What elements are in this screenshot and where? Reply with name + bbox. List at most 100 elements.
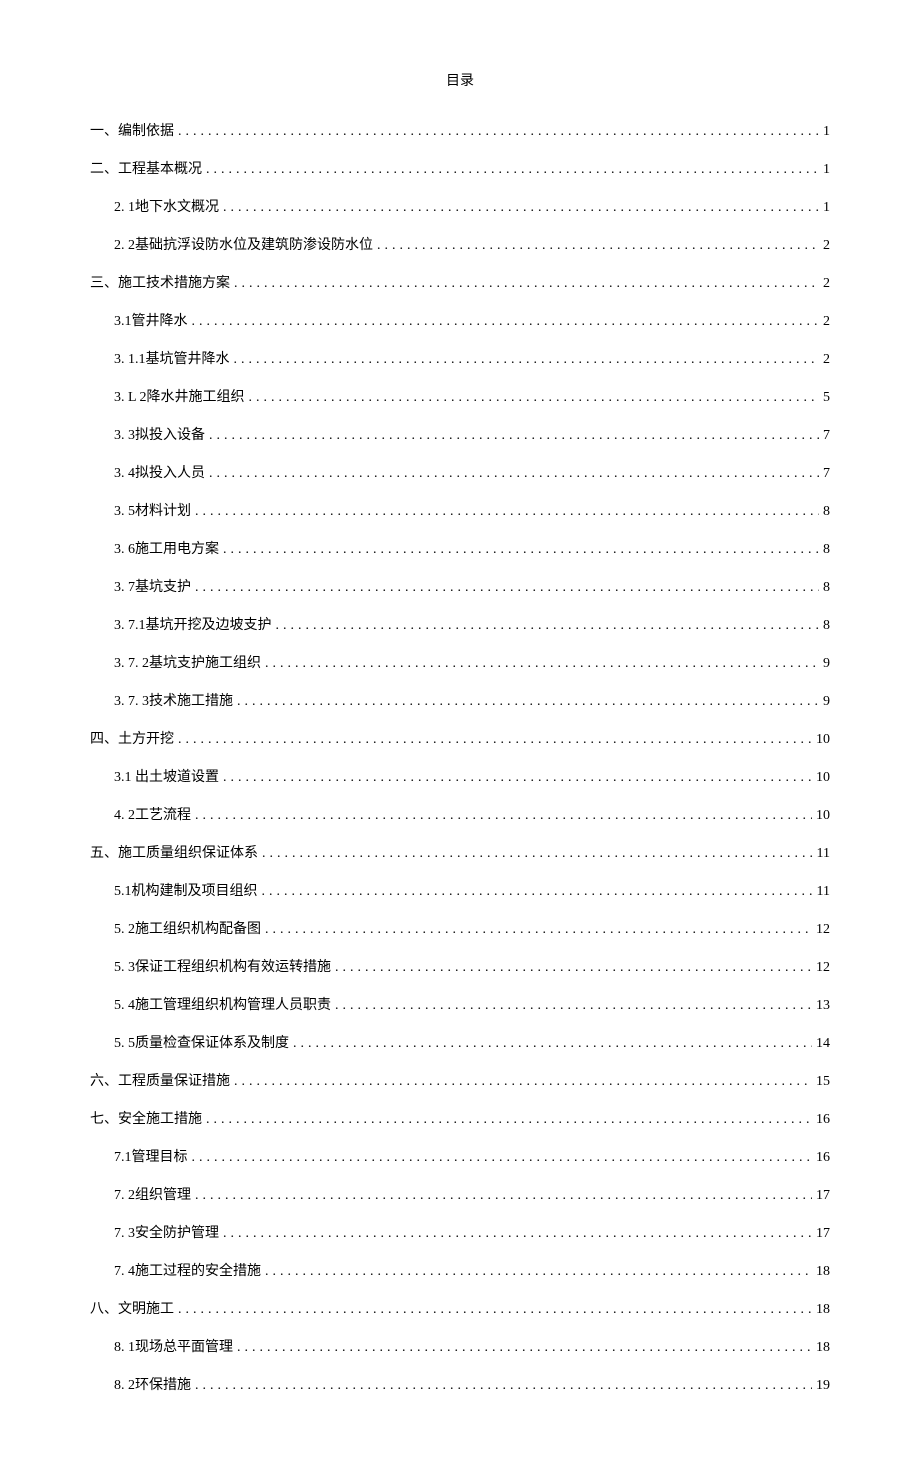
toc-page: 11 — [817, 884, 830, 900]
toc-label: 5. 3保证工程组织机构有效运转措施 — [114, 956, 331, 976]
toc-dots — [262, 884, 813, 900]
toc-dots — [206, 1112, 812, 1128]
toc-page: 7 — [823, 428, 830, 444]
toc-label: 3. 3拟投入设备 — [114, 424, 205, 444]
toc-dots — [195, 580, 819, 596]
toc-dots — [178, 732, 812, 748]
toc-entry: 2. 2基础抗浮设防水位及建筑防渗设防水位 2 — [114, 234, 830, 254]
toc-label: 3. 6施工用电方案 — [114, 538, 219, 558]
toc-dots — [195, 1378, 812, 1394]
toc-label: 5. 4施工管理组织机构管理人员职责 — [114, 994, 331, 1014]
toc-entry: 8. 1现场总平面管理18 — [114, 1336, 830, 1356]
toc-label: 5.1机构建制及项目组织 — [114, 880, 258, 900]
toc-page: 16 — [816, 1112, 830, 1128]
toc-entry: 三、施工技术措施方案2 — [90, 272, 830, 292]
toc-label: 3. L 2降水井施工组织 — [114, 386, 245, 406]
toc-dots — [195, 504, 819, 520]
toc-page: 10 — [816, 732, 830, 748]
toc-page: 13 — [816, 998, 830, 1014]
toc-page: 14 — [816, 1036, 830, 1052]
toc-entry: 3. 4拟投入人员7 — [114, 462, 830, 482]
toc-label: 5. 2施工组织机构配备图 — [114, 918, 261, 938]
toc-dots — [265, 922, 812, 938]
toc-entry: 3. 7.1基坑开挖及边坡支护 8 — [114, 614, 830, 634]
toc-entry: 二、工程基本概况 1 — [90, 158, 830, 178]
toc-label: 8. 1现场总平面管理 — [114, 1336, 233, 1356]
toc-label: 7.1管理目标 — [114, 1146, 188, 1166]
toc-entry: 5.1机构建制及项目组织 11 — [114, 880, 830, 900]
toc-page: 1 — [823, 124, 830, 140]
toc-label: 4. 2工艺流程 — [114, 804, 191, 824]
toc-label: 3. 7. 2基坑支护施工组织 — [114, 652, 261, 672]
toc-label: 7. 4施工过程的安全措施 — [114, 1260, 261, 1280]
toc-entry: 3. 7基坑支护 8 — [114, 576, 830, 596]
toc-page: 10 — [816, 808, 830, 824]
toc-dots — [234, 276, 819, 292]
toc-page: 5 — [823, 390, 830, 406]
toc-page: 17 — [816, 1226, 830, 1242]
toc-dots — [192, 1150, 813, 1166]
toc-label: 3. 1.1基坑管井降水 — [114, 348, 230, 368]
toc-entry: 7.1管理目标16 — [114, 1146, 830, 1166]
toc-label: 五、施工质量组织保证体系 — [90, 842, 258, 862]
toc-label: 二、工程基本概况 — [90, 158, 202, 178]
toc-page: 7 — [823, 466, 830, 482]
toc-entry: 5. 5质量检查保证体系及制度14 — [114, 1032, 830, 1052]
toc-dots — [223, 542, 819, 558]
toc-label: 3. 7基坑支护 — [114, 576, 191, 596]
toc-dots — [192, 314, 820, 330]
toc-page: 10 — [816, 770, 830, 786]
toc-label: 7. 3安全防护管理 — [114, 1222, 219, 1242]
toc-entry: 4. 2工艺流程 10 — [114, 804, 830, 824]
toc-entry: 5. 4施工管理组织机构管理人员职责 13 — [114, 994, 830, 1014]
toc-label: 一、编制依据 — [90, 120, 174, 140]
toc-dots — [206, 162, 819, 178]
toc-dots — [209, 466, 819, 482]
toc-page: 2 — [823, 238, 830, 254]
toc-page: 12 — [816, 960, 830, 976]
toc-entry: 五、施工质量组织保证体系 11 — [90, 842, 830, 862]
toc-label: 7. 2组织管理 — [114, 1184, 191, 1204]
toc-page: 15 — [816, 1074, 830, 1090]
toc-entry: 5. 2施工组织机构配备图 12 — [114, 918, 830, 938]
toc-label: 六、工程质量保证措施 — [90, 1070, 230, 1090]
toc-entry: 7. 2组织管理 17 — [114, 1184, 830, 1204]
toc-dots — [195, 1188, 812, 1204]
toc-entry: 5. 3保证工程组织机构有效运转措施 12 — [114, 956, 830, 976]
toc-entry: 3. L 2降水井施工组织 5 — [114, 386, 830, 406]
toc-label: 3. 7.1基坑开挖及边坡支护 — [114, 614, 272, 634]
toc-dots — [178, 124, 819, 140]
toc-page: 12 — [816, 922, 830, 938]
toc-page: 8 — [823, 542, 830, 558]
toc-entry: 3. 7. 2基坑支护施工组织9 — [114, 652, 830, 672]
toc-dots — [195, 808, 812, 824]
toc-entry: 3. 5材料计划8 — [114, 500, 830, 520]
toc-entry: 3. 6施工用电方案 8 — [114, 538, 830, 558]
toc-dots — [262, 846, 813, 862]
toc-label: 3.1管井降水 — [114, 310, 188, 330]
toc-container: 一、编制依据 1 二、工程基本概况 1 2. 1地下水文概况1 2. 2基础抗浮设防水位及… — [90, 120, 830, 1394]
toc-entry: 3. 3拟投入设备 7 — [114, 424, 830, 444]
toc-page: 18 — [816, 1264, 830, 1280]
toc-page: 11 — [817, 846, 830, 862]
toc-dots — [223, 770, 812, 786]
toc-label: 3. 7. 3技术施工措施 — [114, 690, 233, 710]
toc-dots — [335, 960, 812, 976]
toc-entry: 3. 7. 3技术施工措施9 — [114, 690, 830, 710]
toc-dots — [237, 1340, 812, 1356]
toc-dots — [293, 1036, 812, 1052]
toc-page: 1 — [823, 162, 830, 178]
toc-entry: 七、安全施工措施16 — [90, 1108, 830, 1128]
toc-dots — [276, 618, 820, 634]
toc-page: 8 — [823, 580, 830, 596]
toc-entry: 2. 1地下水文概况1 — [114, 196, 830, 216]
toc-page: 17 — [816, 1188, 830, 1204]
toc-label: 2. 2基础抗浮设防水位及建筑防渗设防水位 — [114, 234, 373, 254]
toc-dots — [234, 352, 820, 368]
toc-page: 8 — [823, 618, 830, 634]
toc-label: 3.1 出土坡道设置 — [114, 766, 219, 786]
toc-entry: 3.1管井降水2 — [114, 310, 830, 330]
toc-page: 2 — [823, 352, 830, 368]
toc-dots — [377, 238, 819, 254]
toc-dots — [265, 1264, 812, 1280]
